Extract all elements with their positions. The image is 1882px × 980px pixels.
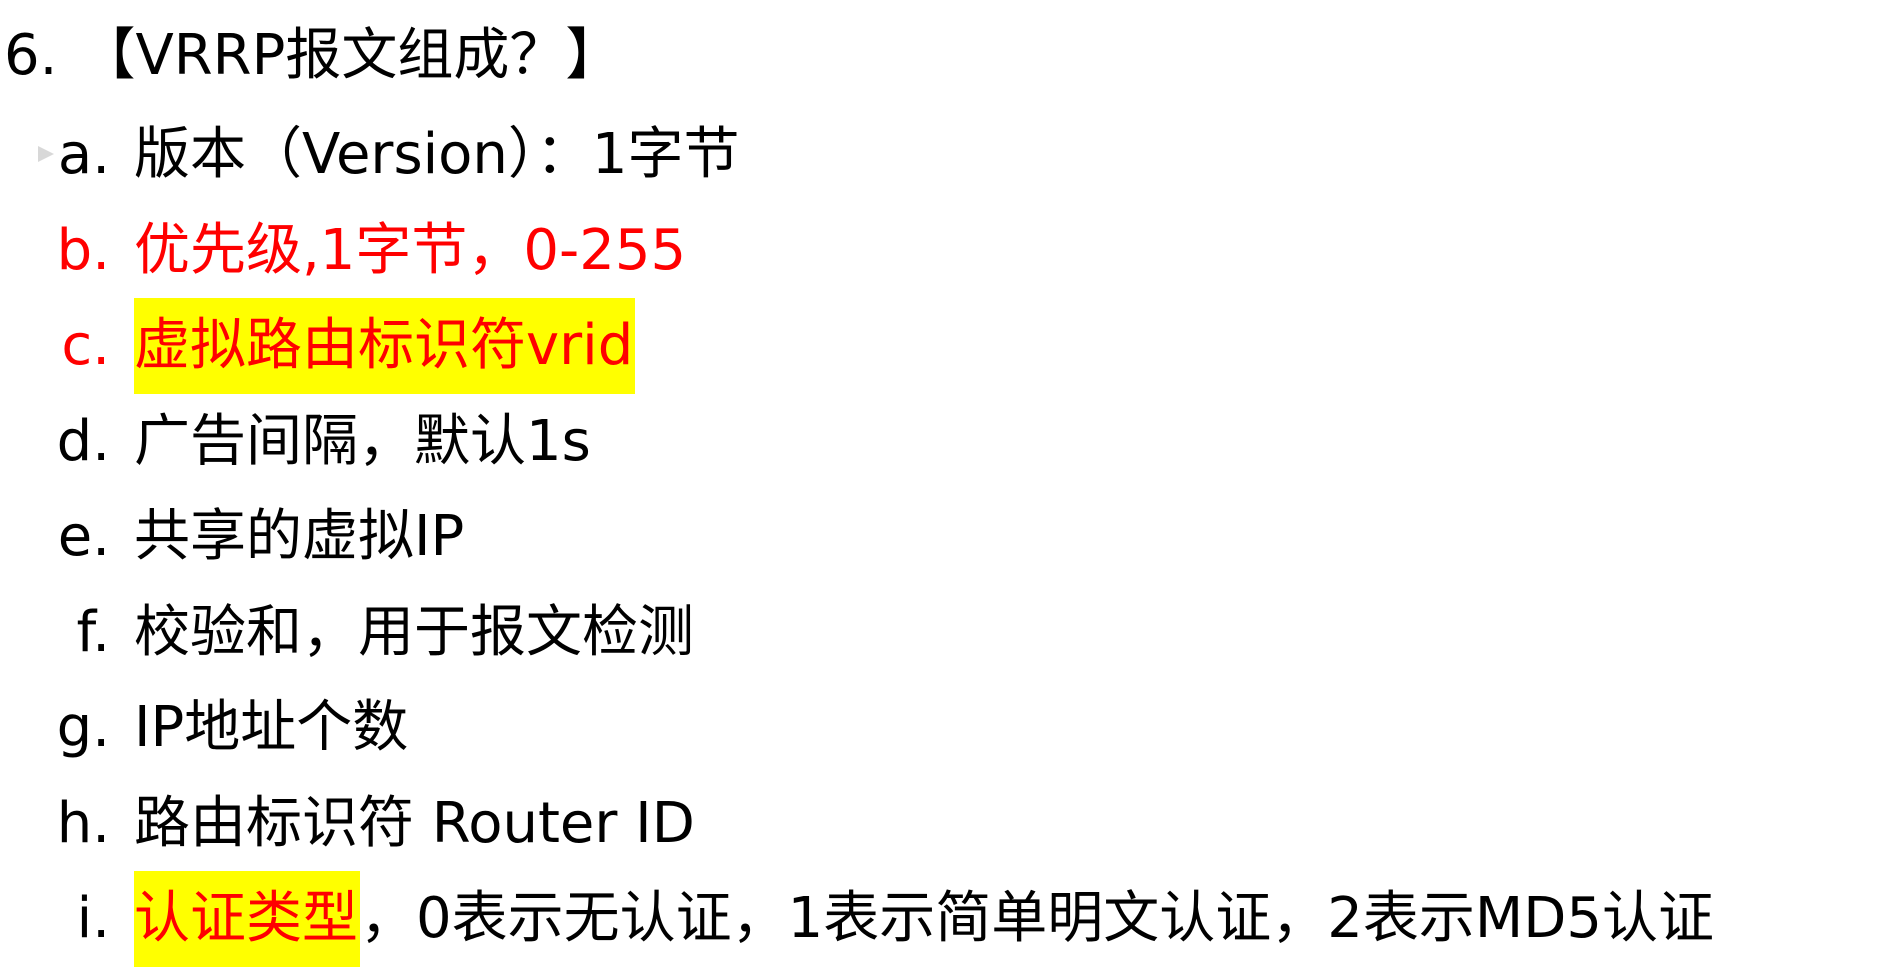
section-heading: 6. 【VRRP报文组成？】 bbox=[4, 16, 621, 96]
list-item-rest-text: ，0表示无认证，1表示简单明文认证，2表示MD5认证 bbox=[360, 886, 1714, 951]
list-item-h: h. 路由标识符 Router ID bbox=[0, 781, 1882, 877]
list-marker: d. bbox=[56, 408, 110, 474]
list-item-text: 版本（Version）：1字节 bbox=[134, 122, 740, 187]
list-item-text: 共享的虚拟IP bbox=[134, 504, 465, 569]
heading-text: 【VRRP报文组成？】 bbox=[79, 23, 622, 88]
list-marker: e. bbox=[57, 504, 110, 569]
list-item-text: 广告间隔，默认1s bbox=[134, 408, 591, 474]
list-marker: a. bbox=[57, 122, 110, 187]
list-item-b: b. 优先级,1字节，0-255 bbox=[0, 208, 1882, 304]
list-item-g: g. IP地址个数 bbox=[0, 685, 1882, 781]
heading-number: 6. bbox=[4, 23, 58, 88]
list-marker: f. bbox=[76, 599, 110, 665]
highlighted-text: 认证类型 bbox=[134, 871, 360, 967]
list-marker: g. bbox=[56, 695, 110, 760]
list-marker: b. bbox=[56, 217, 110, 283]
list-marker: c. bbox=[61, 313, 110, 378]
list-item-d: d. 广告间隔，默认1s bbox=[0, 399, 1882, 495]
list-item-a: a. 版本（Version）：1字节 bbox=[0, 112, 1882, 208]
list-item-text: 认证类型，0表示无认证，1表示简单明文认证，2表示MD5认证 bbox=[134, 871, 1714, 967]
list-item-text: 校验和，用于报文检测 bbox=[134, 599, 694, 665]
vrrp-field-list: a. 版本（Version）：1字节 b. 优先级,1字节，0-255 c. 虚… bbox=[0, 112, 1882, 972]
list-item-text: IP地址个数 bbox=[134, 695, 409, 760]
highlighted-text: 虚拟路由标识符vrid bbox=[134, 298, 636, 394]
list-item-f: f. 校验和，用于报文检测 bbox=[0, 590, 1882, 686]
list-marker: h. bbox=[56, 790, 110, 856]
list-item-text: 优先级,1字节，0-255 bbox=[134, 217, 687, 283]
list-item-c: c. 虚拟路由标识符vrid bbox=[0, 298, 1882, 399]
list-item-i: i. 认证类型，0表示无认证，1表示简单明文认证，2表示MD5认证 bbox=[0, 871, 1882, 972]
list-item-text: 路由标识符 Router ID bbox=[134, 790, 695, 856]
list-item-e: e. 共享的虚拟IP bbox=[0, 494, 1882, 590]
list-item-text: 虚拟路由标识符vrid bbox=[134, 298, 636, 394]
list-marker: i. bbox=[76, 886, 110, 951]
